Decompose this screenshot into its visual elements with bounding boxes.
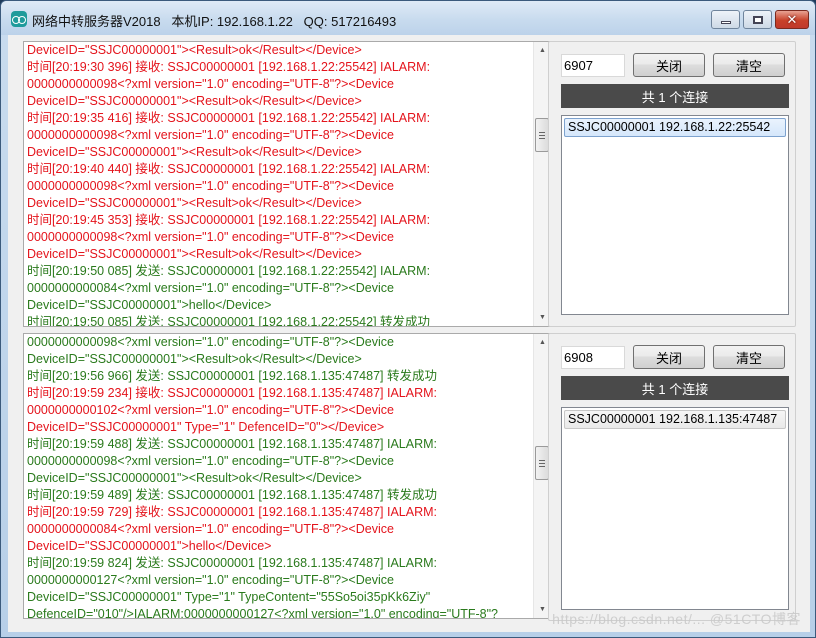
log-lines: 0000000000098<?xml version="1.0" encodin… <box>24 334 533 619</box>
minimize-icon <box>720 21 731 24</box>
close-port-button[interactable]: 关闭 <box>633 345 705 369</box>
connection-list[interactable]: SSJC00000001 192.168.1.22:25542 <box>561 115 789 315</box>
log-line-received: DeviceID="SSJC00000001"><Result>ok</Resu… <box>27 247 362 261</box>
log-line-received: 0000000000098<?xml version="1.0" encodin… <box>27 179 394 193</box>
window-title: 网络中转服务器V2018 本机IP: 192.168.1.22 QQ: 5172… <box>32 14 397 29</box>
log-line-sent: 0000000000084<?xml version="1.0" encodin… <box>27 281 394 295</box>
scroll-thumb[interactable] <box>535 446 549 480</box>
log-line-received: DeviceID="SSJC00000001"><Result>ok</Resu… <box>27 43 362 57</box>
message-log-bottom[interactable]: 0000000000098<?xml version="1.0" encodin… <box>23 333 551 619</box>
log-line-sent: 0000000000098<?xml version="1.0" encodin… <box>27 335 394 349</box>
log-line-sent: 时间[20:19:56 966] 发送: SSJC00000001 [192.1… <box>27 369 437 383</box>
minimize-button[interactable] <box>711 10 740 29</box>
close-port-button[interactable]: 关闭 <box>633 53 705 77</box>
log-line-received: 0000000000102<?xml version="1.0" encodin… <box>27 403 394 417</box>
log-line-sent: DeviceID="SSJC00000001" Type="1" TypeCon… <box>27 590 431 604</box>
log-line-sent: 时间[20:19:59 488] 发送: SSJC00000001 [192.1… <box>27 437 437 451</box>
title-bar[interactable]: 网络中转服务器V2018 本机IP: 192.168.1.22 QQ: 5172… <box>1 1 815 35</box>
log-lines: DeviceID="SSJC00000001"><Result>ok</Resu… <box>24 42 533 327</box>
log-line-received: 时间[20:19:59 729] 接收: SSJC00000001 [192.1… <box>27 505 437 519</box>
client-area: DeviceID="SSJC00000001"><Result>ok</Resu… <box>8 35 810 632</box>
maximize-button[interactable] <box>743 10 772 29</box>
log-line-received: DeviceID="SSJC00000001" Type="1" Defence… <box>27 420 385 434</box>
app-window: 网络中转服务器V2018 本机IP: 192.168.1.22 QQ: 5172… <box>0 0 816 638</box>
clear-log-button[interactable]: 清空 <box>713 345 785 369</box>
log-line-received: DeviceID="SSJC00000001"><Result>ok</Resu… <box>27 145 362 159</box>
log-line-received: 0000000000098<?xml version="1.0" encodin… <box>27 77 394 91</box>
connection-panel-top: 关闭 清空 共 1 个连接 SSJC00000001 192.168.1.22:… <box>548 41 796 327</box>
log-line-received: DeviceID="SSJC00000001"><Result>ok</Resu… <box>27 94 362 108</box>
log-line-received: 时间[20:19:59 234] 接收: SSJC00000001 [192.1… <box>27 386 437 400</box>
log-line-received: 时间[20:19:35 416] 接收: SSJC00000001 [192.1… <box>27 111 431 125</box>
log-line-received: DeviceID="SSJC00000001"><Result>ok</Resu… <box>27 196 362 210</box>
log-line-sent: DeviceID="SSJC00000001">hello</Device> <box>27 298 272 312</box>
port-input[interactable] <box>561 54 625 77</box>
log-line-sent: 时间[20:19:59 824] 发送: SSJC00000001 [192.1… <box>27 556 437 570</box>
log-line-received: DeviceID="SSJC00000001">hello</Device> <box>27 539 272 553</box>
log-line-sent: 时间[20:19:50 085] 发送: SSJC00000001 [192.1… <box>27 264 431 278</box>
clear-log-button[interactable]: 清空 <box>713 53 785 77</box>
message-log-top[interactable]: DeviceID="SSJC00000001"><Result>ok</Resu… <box>23 41 551 327</box>
scroll-thumb[interactable] <box>535 118 549 152</box>
app-icon <box>11 11 27 27</box>
log-line-sent: DeviceID="SSJC00000001"><Result>ok</Resu… <box>27 471 362 485</box>
log-line-sent: 时间[20:19:59 489] 发送: SSJC00000001 [192.1… <box>27 488 437 502</box>
connection-count: 共 1 个连接 <box>561 376 789 400</box>
log-line-received: 0000000000098<?xml version="1.0" encodin… <box>27 230 394 244</box>
log-line-received: 时间[20:19:40 440] 接收: SSJC00000001 [192.1… <box>27 162 431 176</box>
connection-item[interactable]: SSJC00000001 192.168.1.22:25542 <box>564 118 786 137</box>
close-icon: ✕ <box>786 12 798 27</box>
watermark: https://blog.csdn.net/... @51CTO博客 <box>552 611 801 627</box>
log-line-sent: 0000000000127<?xml version="1.0" encodin… <box>27 573 394 587</box>
log-line-sent: 0000000000098<?xml version="1.0" encodin… <box>27 454 394 468</box>
log-line-sent: DefenceID="010"/>IALARM:0000000000127<?x… <box>27 607 499 619</box>
log-line-sent: DeviceID="SSJC00000001"><Result>ok</Resu… <box>27 352 362 366</box>
connection-count: 共 1 个连接 <box>561 84 789 108</box>
log-line-received: 时间[20:19:45 353] 接收: SSJC00000001 [192.1… <box>27 213 431 227</box>
connection-panel-bottom: 关闭 清空 共 1 个连接 SSJC00000001 192.168.1.135… <box>548 333 796 621</box>
log-line-sent: 时间[20:19:50 085] 发送: SSJC00000001 [192.1… <box>27 315 431 327</box>
log-line-received: 时间[20:19:30 396] 接收: SSJC00000001 [192.1… <box>27 60 431 74</box>
log-line-received: 0000000000098<?xml version="1.0" encodin… <box>27 128 394 142</box>
connection-list[interactable]: SSJC00000001 192.168.1.135:47487 <box>561 407 789 610</box>
port-input[interactable] <box>561 346 625 369</box>
maximize-icon <box>752 15 763 24</box>
log-line-received: 0000000000084<?xml version="1.0" encodin… <box>27 522 394 536</box>
close-window-button[interactable]: ✕ <box>775 10 809 29</box>
connection-item[interactable]: SSJC00000001 192.168.1.135:47487 <box>564 410 786 429</box>
